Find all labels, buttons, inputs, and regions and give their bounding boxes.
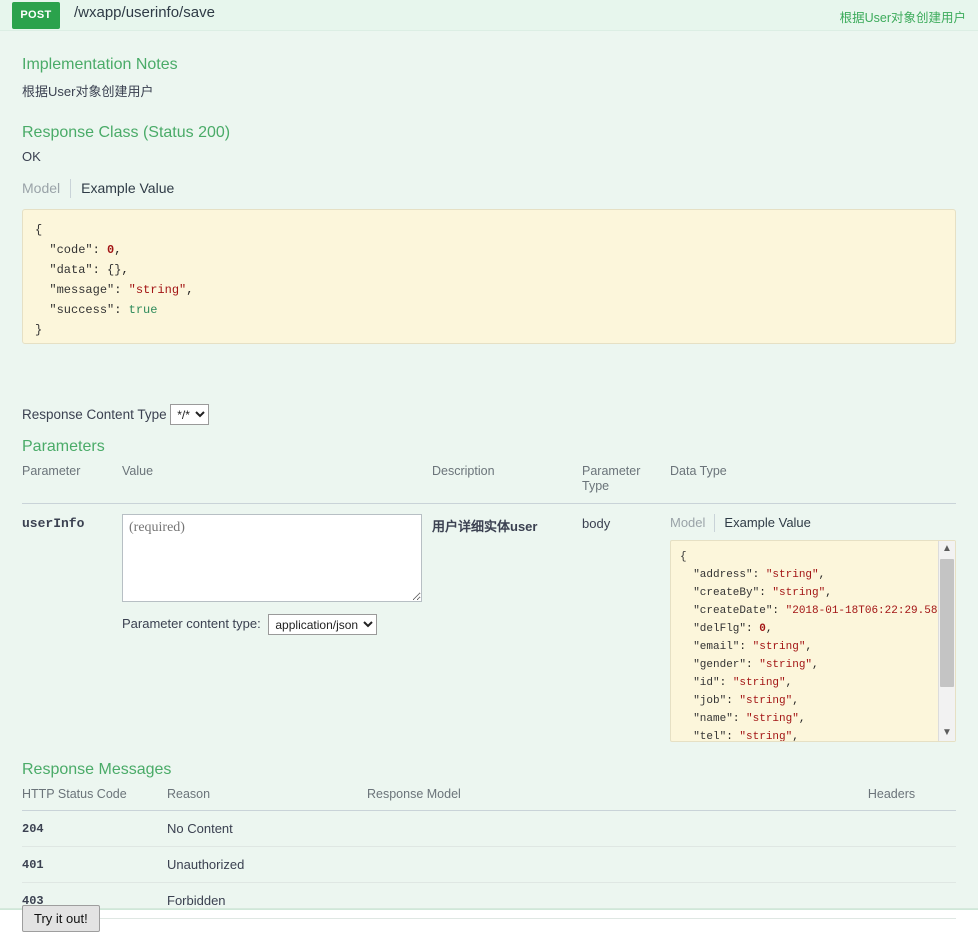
response-content-type-label: Response Content Type: [22, 407, 167, 422]
table-row: 204 No Content: [22, 810, 956, 847]
implementation-notes-text: 根据User对象创建用户: [22, 84, 154, 99]
response-messages-heading: Response Messages: [22, 761, 172, 778]
status-response-model: [367, 846, 827, 883]
col-reason: Reason: [167, 787, 367, 811]
implementation-notes-heading: Implementation Notes: [22, 56, 178, 73]
parameter-name: userInfo: [22, 516, 85, 531]
status-response-model: [367, 882, 827, 919]
table-row: userInfo Parameter content type: applica…: [22, 504, 956, 743]
col-parameter-type: Parameter Type: [582, 464, 670, 504]
data-type-scrollbar[interactable]: ▲ ▼: [938, 541, 955, 741]
col-data-type: Data Type: [670, 464, 956, 504]
response-content-type-row: Response Content Type */*: [22, 404, 210, 426]
data-type-tabs: Model Example Value: [670, 514, 956, 532]
table-row: 403 Forbidden: [22, 882, 956, 919]
operation-inner: POST /wxapp/userinfo/save 根据User对象创建用户 I…: [0, 0, 978, 932]
col-response-model: Response Model: [367, 787, 827, 811]
status-reason: No Content: [167, 810, 367, 847]
scroll-down-arrow-icon[interactable]: ▼: [939, 725, 955, 741]
response-messages-table: HTTP Status Code Reason Response Model H…: [22, 787, 956, 919]
response-messages-header-row: HTTP Status Code Reason Response Model H…: [22, 787, 956, 811]
status-code: 204: [22, 810, 167, 847]
response-example-json: { "code": 0, "data": {}, "message": "str…: [35, 223, 194, 337]
parameter-content-type-row: Parameter content type: application/json: [122, 614, 432, 635]
operation-summary-link[interactable]: 根据User对象创建用户: [840, 7, 966, 26]
response-content-type-select[interactable]: */*: [170, 404, 210, 425]
col-value: Value: [122, 464, 432, 504]
status-headers: [827, 882, 956, 919]
status-response-model: [367, 810, 827, 847]
status-reason: Forbidden: [167, 882, 367, 919]
response-messages-table-head: HTTP Status Code Reason Response Model H…: [22, 787, 956, 811]
response-class-status-text: OK: [22, 149, 41, 164]
parameter-value-cell: Parameter content type: application/json: [122, 504, 432, 743]
tab-model[interactable]: Model: [22, 179, 70, 198]
response-class-heading: Response Class (Status 200): [22, 124, 231, 141]
parameter-type: body: [582, 516, 611, 531]
status-headers: [827, 846, 956, 883]
data-type-tab-model[interactable]: Model: [670, 514, 714, 532]
parameter-description: 用户详细实体user: [432, 519, 538, 534]
data-type-example-json: { "address": "string", "createBy": "stri…: [680, 551, 951, 742]
response-example-value-box: { "code": 0, "data": {}, "message": "str…: [22, 209, 956, 344]
operation-body: Implementation Notes 根据User对象创建用户 Respon…: [0, 31, 978, 932]
parameter-data-type-cell: Model Example Value { "address": "string"…: [670, 504, 956, 742]
parameter-content-type-label: Parameter content type:: [122, 615, 261, 631]
parameters-table-wrap: Parameter Value Description Parameter Ty…: [22, 464, 956, 742]
scroll-up-arrow-icon[interactable]: ▲: [939, 541, 955, 557]
operation-path: /wxapp/userinfo/save: [74, 4, 215, 21]
parameters-heading: Parameters: [22, 438, 105, 455]
tab-example-value[interactable]: Example Value: [70, 179, 184, 198]
response-messages-table-wrap: HTTP Status Code Reason Response Model H…: [22, 787, 956, 919]
response-messages-table-body: 204 No Content 401 Unauthorized 403 Forb…: [22, 810, 956, 919]
response-class-tabs: Model Example Value: [22, 179, 184, 198]
swagger-operation-page: POST /wxapp/userinfo/save 根据User对象创建用户 I…: [0, 0, 980, 938]
data-type-example-box: { "address": "string", "createBy": "stri…: [670, 540, 956, 742]
operation-header[interactable]: POST /wxapp/userinfo/save 根据User对象创建用户: [0, 0, 978, 31]
operation-block: POST /wxapp/userinfo/save 根据User对象创建用户 I…: [0, 0, 978, 932]
status-reason: Unauthorized: [167, 846, 367, 883]
col-parameter: Parameter: [22, 464, 122, 504]
try-it-out-button[interactable]: Try it out!: [22, 905, 100, 932]
scrollbar-thumb[interactable]: [940, 559, 954, 687]
col-headers: Headers: [827, 787, 956, 811]
status-code: 401: [22, 846, 167, 883]
parameters-table-head: Parameter Value Description Parameter Ty…: [22, 464, 956, 504]
parameters-header-row: Parameter Value Description Parameter Ty…: [22, 464, 956, 504]
parameters-table-body: userInfo Parameter content type: applica…: [22, 504, 956, 743]
http-method-badge: POST: [12, 2, 60, 29]
try-it-out-wrap: Try it out!: [22, 905, 100, 932]
data-type-tab-example-value[interactable]: Example Value: [714, 514, 819, 532]
status-headers: [827, 810, 956, 847]
parameter-value-input[interactable]: [122, 514, 422, 602]
col-description: Description: [432, 464, 582, 504]
parameters-table: Parameter Value Description Parameter Ty…: [22, 464, 956, 742]
col-http-status-code: HTTP Status Code: [22, 787, 167, 811]
parameter-content-type-select[interactable]: application/json: [268, 614, 378, 635]
table-row: 401 Unauthorized: [22, 846, 956, 883]
